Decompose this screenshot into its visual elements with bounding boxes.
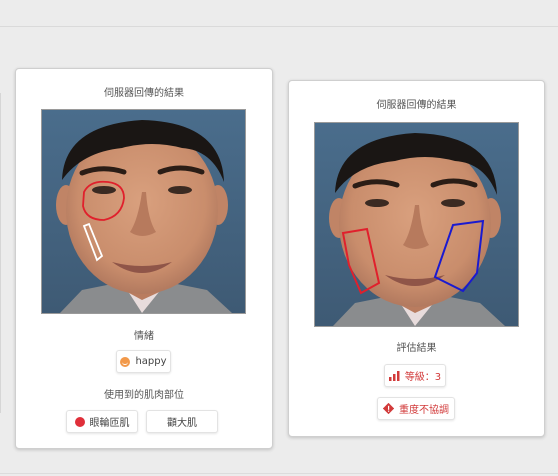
- result-label: 評估結果: [396, 343, 437, 354]
- muscle-chip-zygomatic[interactable]: 顴大肌: [146, 410, 218, 433]
- muscle-chip-orbicularis[interactable]: 眼輪匝肌: [66, 410, 138, 433]
- top-divider: [0, 26, 558, 27]
- result-card-assessment: 伺服器回傳的結果 評估結果 等級：3 重度不協調: [288, 80, 545, 437]
- result-card-emotion: 伺服器回傳的結果 情緒 happy 使用到的肌肉部位 眼輪匝肌 顴大肌: [15, 68, 273, 449]
- red-dot-icon: [74, 416, 85, 427]
- grade-text: 等級：3: [404, 372, 442, 383]
- grade-chip: 等級：3: [384, 364, 446, 387]
- warning-icon: [383, 403, 394, 414]
- emotion-label: 情緒: [134, 331, 154, 342]
- left-divider: [0, 93, 1, 413]
- face-photo: [314, 122, 519, 327]
- bottom-divider: [0, 473, 558, 474]
- muscle-name: 顴大肌: [167, 418, 197, 429]
- emotion-chip: happy: [116, 350, 171, 373]
- card-title: 伺服器回傳的結果: [376, 100, 457, 111]
- muscles-label: 使用到的肌肉部位: [104, 390, 184, 401]
- top-bar: [0, 0, 558, 26]
- bar-chart-icon: [388, 370, 400, 381]
- severity-chip: 重度不協調: [377, 397, 455, 420]
- card-title: 伺服器回傳的結果: [104, 88, 184, 99]
- smile-icon: [120, 356, 131, 367]
- emotion-value: happy: [135, 356, 167, 367]
- severity-text: 重度不協調: [399, 405, 449, 416]
- muscle-name: 眼輪匝肌: [89, 418, 130, 429]
- face-photo: [41, 109, 246, 314]
